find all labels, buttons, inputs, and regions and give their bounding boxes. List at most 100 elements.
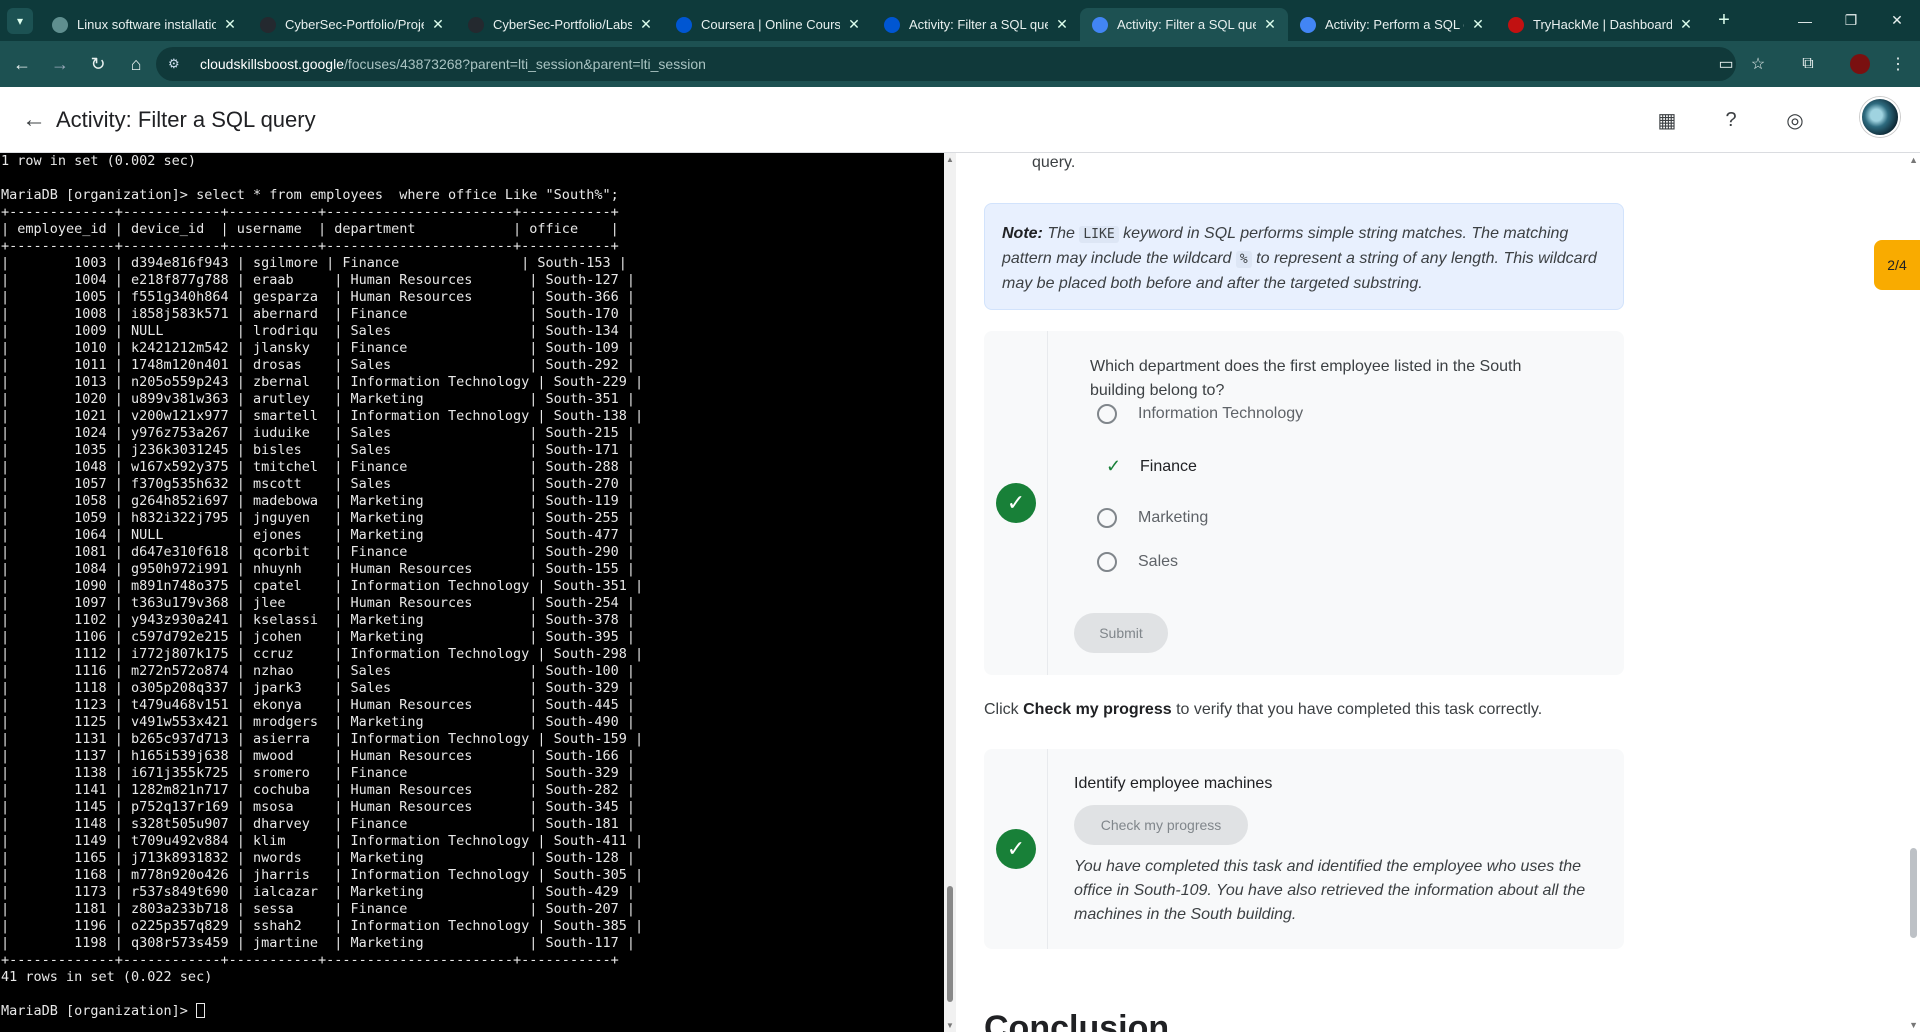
address-bar[interactable]: ⚙ cloudskillsboost.google/focuses/438732…: [156, 47, 1736, 81]
bookmark-star-icon[interactable]: ☆: [1742, 41, 1774, 87]
quiz-question: Which department does the first employee…: [1090, 358, 1522, 399]
tab-title: Activity: Filter a SQL query: [909, 17, 1048, 32]
coursera-icon: [676, 16, 692, 33]
tab-title: Linux software installation: [77, 17, 216, 32]
minimize-icon[interactable]: —: [1782, 0, 1828, 41]
terminal-line: 41 rows in set (0.022 sec): [1, 969, 213, 985]
coursera-icon: [884, 16, 900, 33]
terminal-line: | 1102 | y943z930a241 | kselassi | Marke…: [1, 612, 635, 628]
page-scroll-thumb[interactable]: [1910, 848, 1917, 938]
scroll-down-arrow-icon[interactable]: ▼: [944, 1021, 956, 1030]
check-my-progress-button[interactable]: Check my progress: [1074, 805, 1248, 845]
save-to-reading-icon[interactable]: ▭: [1710, 41, 1742, 87]
scroll-up-arrow-icon[interactable]: ▲: [1909, 155, 1918, 165]
close-tab-icon[interactable]: ✕: [430, 16, 446, 33]
browser-tab[interactable]: Activity: Perform a SQL qu ✕: [1288, 8, 1496, 41]
terminal-pane[interactable]: 1 row in set (0.002 sec) MariaDB [organiz…: [0, 153, 944, 1032]
page-title: Activity: Filter a SQL query: [56, 106, 316, 132]
reload-icon[interactable]: ↻: [82, 48, 114, 80]
terminal-line: | 1131 | b265c937d713 | asierra | Inform…: [1, 731, 644, 747]
github-icon: [468, 16, 484, 33]
close-tab-icon[interactable]: ✕: [638, 16, 654, 33]
close-tab-icon[interactable]: ✕: [846, 16, 862, 33]
tab-title: Activity: Filter a SQL query: [1117, 17, 1256, 32]
avatar[interactable]: [1860, 97, 1900, 137]
option-label: Marketing: [1138, 509, 1209, 526]
terminal-scroll-thumb[interactable]: [947, 886, 953, 1002]
profile-icon[interactable]: [1844, 41, 1876, 87]
browser-tab[interactable]: Linux software installation ✕: [40, 8, 248, 41]
terminal-line: | 1137 | h165i539j638 | mwood | Human Re…: [1, 748, 635, 764]
terminal-line: | 1112 | i772j807k175 | ccruz | Informat…: [1, 646, 644, 662]
browser-tab[interactable]: Coursera | Online Courses ✕: [664, 8, 872, 41]
browser-tab[interactable]: Activity: Filter a SQL query ✕: [1080, 8, 1288, 41]
terminal-line: | 1168 | m778n920o426 | jharris | Inform…: [1, 867, 644, 883]
close-tab-icon[interactable]: ✕: [1678, 16, 1694, 33]
help-icon[interactable]: ?: [1715, 104, 1747, 136]
option-marketing[interactable]: Marketing: [1097, 508, 1208, 528]
site-info-icon[interactable]: ⚙: [168, 56, 186, 72]
browser-menu-icon[interactable]: ⋮: [1882, 41, 1914, 87]
terminal-line: | 1123 | t479u468v151 | ekonya | Human R…: [1, 697, 635, 713]
task-title: Identify employee machines: [1074, 775, 1273, 792]
close-tab-icon[interactable]: ✕: [1054, 16, 1070, 33]
terminal-line: | 1059 | h832i322j795 | jnguyen | Market…: [1, 510, 635, 526]
terminal-line: | 1008 | i858j583k571 | abernard | Finan…: [1, 306, 635, 322]
close-tab-icon[interactable]: ✕: [1262, 16, 1278, 33]
language-globe-icon[interactable]: ◎: [1779, 104, 1811, 136]
submit-button[interactable]: Submit: [1074, 613, 1168, 653]
radio-icon[interactable]: [1097, 508, 1117, 528]
terminal-line: | 1141 | 1282m821n717 | cochuba | Human …: [1, 782, 635, 798]
home-icon[interactable]: ⌂: [120, 48, 152, 80]
browser-tab[interactable]: TryHackMe | Dashboard ✕: [1496, 8, 1704, 41]
close-tab-icon[interactable]: ✕: [222, 16, 238, 33]
radio-icon[interactable]: [1097, 404, 1117, 424]
back-arrow-icon[interactable]: ←: [22, 106, 50, 134]
terminal-prompt-line[interactable]: MariaDB [organization]>: [1, 1003, 944, 1020]
browser-tab[interactable]: CyberSec-Portfolio/Labs/(✕: [456, 8, 664, 41]
progress-bold-text: Check my progress: [1023, 701, 1172, 718]
radio-icon[interactable]: [1097, 552, 1117, 572]
browser-toolbar: ← → ↻ ⌂ ⚙ cloudskillsboost.google/focuse…: [0, 41, 1920, 87]
task-completed-message: You have completed this task and identif…: [1074, 858, 1586, 923]
progress-text: to verify that you have completed this t…: [1171, 701, 1543, 718]
back-icon[interactable]: ←: [6, 48, 38, 80]
option-label: Sales: [1138, 553, 1179, 570]
extensions-icon[interactable]: ⧉: [1792, 41, 1824, 87]
new-tab-button[interactable]: +: [1710, 9, 1738, 32]
terminal-line: | 1090 | m891n748o375 | cpatel | Informa…: [1, 578, 644, 594]
option-finance[interactable]: ✓ Finance: [1106, 456, 1197, 477]
prior-text-fragment: query.: [1032, 154, 1076, 171]
scroll-down-arrow-icon[interactable]: ▼: [1909, 1020, 1918, 1030]
scroll-up-arrow-icon[interactable]: ▲: [944, 155, 956, 164]
terminal-line: | 1106 | c597d792e215 | jcohen | Marketi…: [1, 629, 635, 645]
terminal-line: | 1138 | i671j355k725 | sromero | Financ…: [1, 765, 635, 781]
terminal-line: | 1084 | g950h972i991 | nhuynh | Human R…: [1, 561, 635, 577]
terminal-line: | 1021 | v200w121x977 | smartell | Infor…: [1, 408, 644, 424]
option-information-technology[interactable]: Information Technology: [1097, 404, 1303, 424]
progress-instruction: Click Check my progress to verify that y…: [984, 701, 1542, 719]
terminal-line: | 1149 | t709u492v884 | klim | Informati…: [1, 833, 644, 849]
forward-icon[interactable]: →: [44, 48, 76, 80]
dashboard-icon[interactable]: ▦: [1651, 104, 1683, 136]
quiz-card: ✓ Which department does the first employ…: [984, 331, 1624, 675]
close-window-icon[interactable]: ✕: [1874, 0, 1920, 41]
restore-icon[interactable]: ❐: [1828, 0, 1874, 41]
tab-search-button[interactable]: ▾: [7, 7, 33, 34]
option-sales[interactable]: Sales: [1097, 552, 1178, 572]
terminal-line: | 1116 | m272n572o874 | nzhao | Sales | …: [1, 663, 635, 679]
progress-text: Click: [984, 701, 1024, 718]
terminal-line: | 1058 | g264h852i697 | madebowa | Marke…: [1, 493, 635, 509]
terminal-line: | 1024 | y976z753a267 | iuduike | Sales …: [1, 425, 635, 441]
page-scrollbar[interactable]: ▲ ▼: [1906, 153, 1920, 1032]
terminal-line: | 1148 | s328t505u907 | dharvey | Financ…: [1, 816, 635, 832]
terminal-line: | 1064 | NULL | ejones | Marketing | Sou…: [1, 527, 635, 543]
close-tab-icon[interactable]: ✕: [1470, 16, 1486, 33]
terminal-line: | 1005 | f551g340h864 | gesparza | Human…: [1, 289, 635, 305]
note-text: The: [1042, 225, 1080, 242]
browser-tab[interactable]: CyberSec-Portfolio/Projec ✕: [248, 8, 456, 41]
browser-tab[interactable]: Activity: Filter a SQL query ✕: [872, 8, 1080, 41]
terminal-line: MariaDB [organization]> select * from em…: [1, 187, 619, 203]
terminal-scrollbar[interactable]: ▲ ▼: [944, 153, 956, 1032]
tab-strip: ▾ Linux software installation ✕ CyberSec-P…: [0, 0, 1920, 41]
